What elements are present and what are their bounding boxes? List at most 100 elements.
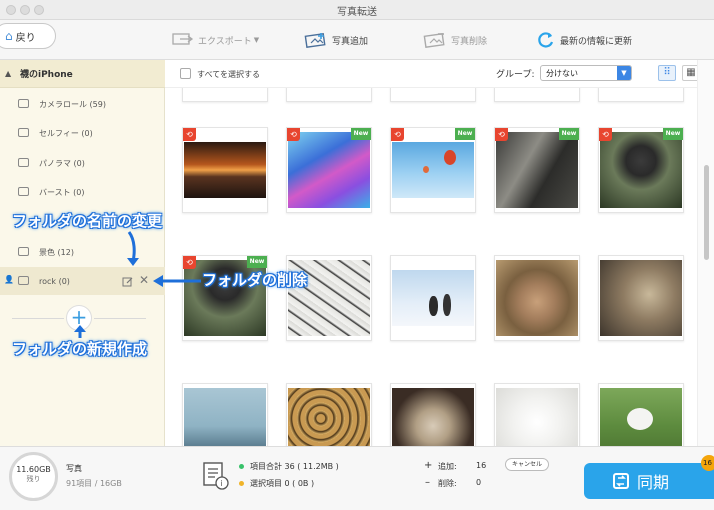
export-icon <box>172 33 194 45</box>
sync-count-badge: 16 <box>701 455 714 471</box>
refresh-label: 最新の情報に更新 <box>560 36 633 47</box>
scrollbar[interactable] <box>697 60 714 446</box>
user-album-icon: 👤 <box>4 275 14 284</box>
media-label: 写真 <box>66 464 82 473</box>
photo-tile[interactable] <box>390 88 476 102</box>
photo-tile[interactable] <box>598 383 684 446</box>
photo-tile[interactable]: ⟲ New <box>494 127 580 213</box>
photo-tile[interactable] <box>494 88 580 102</box>
album-label: 景色 (12) <box>39 247 74 257</box>
photo-tile[interactable] <box>286 383 372 446</box>
sidebar-item-rock[interactable]: 👤 rock (0) ✕ <box>0 267 165 295</box>
new-badge: New <box>247 256 267 268</box>
penguin <box>443 294 451 316</box>
plus-icon: + <box>424 460 433 471</box>
photo-cat <box>392 388 474 446</box>
refresh-button[interactable]: 最新の情報に更新 <box>536 28 632 52</box>
add-label: 追加: <box>438 462 457 471</box>
total-items: 項目合計 36 ( 11.2MB ) <box>250 462 339 471</box>
minus-icon: – <box>425 477 430 488</box>
storage-label: 残り <box>26 475 41 483</box>
camera-icon <box>18 99 29 108</box>
annotation-arrow <box>74 325 86 338</box>
info-document-icon: i <box>203 462 229 490</box>
storage-gauge: 11.60GB 残り <box>9 452 58 501</box>
grid-view-small-button[interactable]: ⠿ <box>658 65 676 81</box>
back-button[interactable]: ⌂ 戻り <box>0 23 56 49</box>
eject-icon[interactable]: ▲ <box>5 69 11 78</box>
photo-tile[interactable] <box>286 255 372 341</box>
home-icon: ⌂ <box>5 29 13 43</box>
edit-icon[interactable] <box>122 276 133 287</box>
cancel-button[interactable]: キャンセル <box>505 458 549 471</box>
panda <box>627 408 653 430</box>
back-label: 戻り <box>15 32 36 44</box>
photo-tile[interactable] <box>598 255 684 341</box>
annotation-arrow <box>127 231 139 266</box>
sidebar-item-burst[interactable]: バースト (0) <box>0 178 165 206</box>
photo-tile[interactable]: ⟲ <box>182 127 268 213</box>
photo-dark-room <box>496 132 578 208</box>
sync-button[interactable]: 同期 <box>584 463 714 499</box>
svg-text:i: i <box>221 479 223 488</box>
photo-icon <box>18 276 29 285</box>
selected-items: 選択項目 0 ( 0B ) <box>250 479 315 488</box>
return-icon: ⟲ <box>391 128 404 141</box>
rename-annotation: フォルダの名前の変更 <box>12 212 163 230</box>
content-header: すべてを選択する グループ: 分けない ▼ ⠿ ▦ <box>165 60 700 88</box>
device-name: 襪のiPhone <box>20 70 73 80</box>
photo-leopard <box>288 388 370 446</box>
divider <box>94 318 146 319</box>
photo-tile[interactable] <box>182 88 268 102</box>
selfie-icon <box>18 128 29 137</box>
delete-label: 削除: <box>438 479 457 488</box>
media-detail: 91項目 / 16GB <box>66 479 122 488</box>
photo-tile[interactable] <box>494 255 580 341</box>
photo-tile[interactable]: ⟲ New <box>182 255 268 341</box>
new-badge: New <box>663 128 683 140</box>
balloon <box>423 166 429 173</box>
photo-tile[interactable] <box>598 88 684 102</box>
return-icon: ⟲ <box>599 128 612 141</box>
device-header[interactable]: ▲ 襪のiPhone <box>0 60 165 88</box>
new-badge: New <box>559 128 579 140</box>
divider <box>12 318 64 319</box>
photo-tile[interactable]: ⟲ New <box>390 127 476 213</box>
delete-photo-label: 写真削除 <box>451 36 488 47</box>
refresh-icon <box>538 32 554 48</box>
photo-tile[interactable] <box>494 383 580 446</box>
chevron-down-icon: ▼ <box>253 36 260 44</box>
album-label: セルフィー (0) <box>39 128 93 138</box>
delete-photo-button[interactable]: 写真削除 <box>423 28 487 52</box>
photo-tile[interactable]: ⟲ New <box>286 127 372 213</box>
selected-status-dot <box>239 481 244 486</box>
return-icon: ⟲ <box>495 128 508 141</box>
delete-folder-icon[interactable]: ✕ <box>139 273 149 287</box>
group-select[interactable]: 分けない ▼ <box>540 65 632 81</box>
return-icon: ⟲ <box>183 256 196 269</box>
add-photo-icon <box>304 33 326 48</box>
select-all-label[interactable]: すべてを選択する <box>197 69 260 80</box>
add-photo-button[interactable]: 写真追加 <box>304 28 368 52</box>
photo-grid: ⟲ ⟲ New ⟲ New ⟲ New ⟲ New ⟲ New <box>165 88 697 446</box>
photo-tile[interactable]: ⟲ New <box>598 127 684 213</box>
album-label: パノラマ (0) <box>39 158 85 168</box>
scrollbar-thumb[interactable] <box>704 165 709 260</box>
group-label: グループ: <box>496 70 535 80</box>
album-label: カメラロール (59) <box>39 99 106 109</box>
photo-lion <box>600 260 682 336</box>
photo-tile[interactable] <box>390 255 476 341</box>
photo-tile[interactable] <box>286 88 372 102</box>
sidebar-item-panorama[interactable]: パノラマ (0) <box>0 149 165 177</box>
photo-tile[interactable] <box>182 383 268 446</box>
photo-balloons <box>392 142 474 198</box>
sidebar-item-camera-roll[interactable]: カメラロール (59) <box>0 90 165 118</box>
export-button[interactable]: エクスポート ▼ <box>172 28 259 52</box>
sync-label: 同期 <box>637 473 670 492</box>
sidebar-item-selfie[interactable]: セルフィー (0) <box>0 119 165 147</box>
photo-tile[interactable] <box>390 383 476 446</box>
select-all-checkbox[interactable] <box>180 68 191 79</box>
create-folder-annotation: フォルダの新規作成 <box>12 340 148 358</box>
export-label: エクスポート <box>198 36 252 47</box>
photo-dolphins <box>184 388 266 446</box>
